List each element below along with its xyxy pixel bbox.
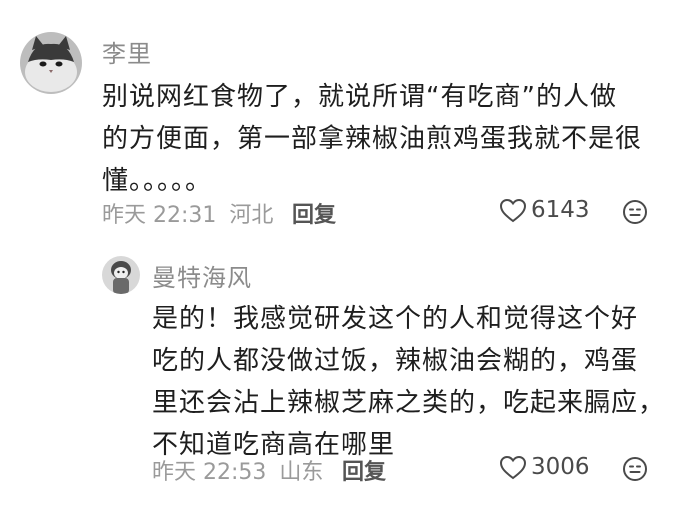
avatar-mantehaifeng[interactable] [102, 256, 140, 294]
comment-text-line: 的方便面，第一部拿辣椒油煎鸡蛋我就不是很 [102, 124, 643, 154]
reply-like-count: 3006 [531, 454, 590, 480]
reply-text-line: 里还会沾上辣椒芝麻之类的，吃起来膈应， [152, 388, 666, 418]
comment-location: 河北 [229, 203, 274, 228]
comment-time: 昨天 22:31 [102, 203, 217, 228]
reply-text: 是的！我感觉研发这个的人和觉得这个好 吃的人都没做过饭，辣椒油会糊的，鸡蛋 里还… [152, 298, 672, 466]
reply-reply-button[interactable]: 回复 [342, 454, 386, 486]
reply-location: 山东 [279, 460, 324, 485]
comment-text: 别说网红食物了，就说所谓“有吃商”的人做 的方便面，第一部拿辣椒油煎鸡蛋我就不是… [102, 76, 672, 202]
emoji-face-icon[interactable] [622, 199, 648, 225]
reply-text-line: 吃的人都没做过饭，辣椒油会糊的，鸡蛋 [152, 346, 639, 376]
reply-time: 昨天 22:53 [152, 460, 267, 485]
comment-meta: 昨天 22:31 河北 [102, 197, 273, 229]
comment-username[interactable]: 李里 [102, 34, 152, 69]
emoji-face-icon[interactable] [622, 456, 648, 482]
comment-text-line: 别说网红食物了，就说所谓“有吃商”的人做 [102, 82, 617, 112]
avatar-lili[interactable] [20, 32, 82, 94]
heart-outline-icon[interactable] [499, 455, 527, 481]
reply-username[interactable]: 曼特海风 [152, 258, 252, 293]
heart-outline-icon[interactable] [499, 198, 527, 224]
reply-meta: 昨天 22:53 山东 [152, 454, 323, 486]
comment-reply-button[interactable]: 回复 [292, 197, 336, 229]
comment-like-count: 6143 [531, 197, 590, 223]
reply-text-line: 是的！我感觉研发这个的人和觉得这个好 [152, 304, 639, 334]
comment-text-line: 懂。。。。。 [102, 166, 213, 196]
